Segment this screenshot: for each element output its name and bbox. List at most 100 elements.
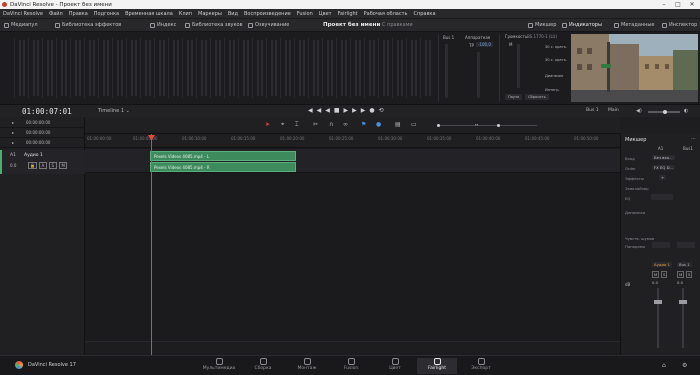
order-value[interactable]: FX EQ D... [652,165,676,170]
fader-bus[interactable] [679,288,687,348]
solo-a1-button[interactable]: S [661,271,668,278]
fader-a1[interactable] [654,288,662,348]
main-selector[interactable]: Main [608,108,619,113]
menu-item-edit[interactable]: Правка [69,11,88,17]
snap-icon[interactable]: ∩ [329,121,333,128]
meters-button[interactable]: Индикаторы [562,22,602,28]
mute-a1-button[interactable]: M [652,271,660,278]
menu-item-clip[interactable]: Клип [179,11,192,17]
video-viewer[interactable] [571,34,698,102]
play-icon[interactable]: ▶ [344,107,353,114]
solo-bus-button[interactable]: S [686,271,693,278]
media-pool-button[interactable]: Медиапул [4,22,38,28]
menu-item-trim[interactable]: Подгонка [94,11,119,17]
title-bar: DaVinci Resolve - Проект без имени – □ ✕ [0,0,700,9]
metadata-button[interactable]: Метаданные [614,22,654,28]
pan-control-bus[interactable] [677,242,695,248]
sound-library-button[interactable]: Библиотека звуков [185,22,243,28]
bus-label: Bus 1 [443,35,455,40]
home-icon[interactable]: ⌂ [662,362,666,369]
page-fusion[interactable]: Fusion [331,358,371,371]
record-icon[interactable]: ● [369,107,378,114]
loop-icon[interactable]: ⟲ [379,107,388,114]
audio-clip-left[interactable]: Pexels Videos 4085.mp4 - L [150,151,296,161]
menu-item-fairlight[interactable]: Fairlight [338,11,358,17]
dim-icon[interactable]: ◐ [684,108,688,114]
menu-item-mark[interactable]: Маркеры [198,11,222,17]
marker-icon[interactable]: ● [376,121,381,128]
index-button[interactable]: Индекс [150,22,176,28]
speaker-icon[interactable]: ◀) [636,108,642,114]
page-media[interactable]: Мультимедиа [199,358,239,371]
menu-item-workspace[interactable]: Рабочая область [364,11,408,17]
page-cut[interactable]: Сборка [243,358,283,371]
out-timecode[interactable]: 00:00:00:00 [26,130,50,135]
pan-label: Панорама [625,244,645,249]
track-header-a1[interactable]: A1 Аудио 1 0.0 🔒 A S M [0,150,85,174]
timeline-ruler[interactable]: 01:00:00:00 01:00:05:00 01:00:10:00 01:0… [85,134,620,148]
close-icon[interactable]: ✕ [685,0,699,9]
menu-item-resolve[interactable]: DaVinci Resolve [3,11,43,17]
stop-icon[interactable]: ■ [334,107,344,114]
menu-item-view[interactable]: Вид [228,11,238,17]
menu-item-file[interactable]: Файл [49,11,63,17]
flag-icon[interactable]: ⚑ [361,121,366,128]
track-name[interactable]: Аудио 1 [24,153,43,158]
dubbing-button[interactable]: Озвучивание [248,22,289,28]
page-deliver[interactable]: Экспорт [461,358,501,371]
edit-tool-icon[interactable]: ⌶ [295,121,299,129]
window-title: DaVinci Resolve - Проект без имени [10,1,112,8]
eq-curve-a1[interactable] [651,194,673,200]
channel-meter [196,38,210,98]
track-lock-button[interactable]: 🔒 [28,162,37,169]
track-mute-button[interactable]: M [59,162,68,169]
page-color[interactable]: Цвет [375,358,415,371]
ruler-label: 01:00:40:00 [476,136,501,141]
detail-zoom-icon[interactable]: ▭ [411,121,417,128]
fast-forward-icon[interactable]: ▶▶ [352,107,369,114]
pointer-tool-icon[interactable]: ➤ [265,121,270,128]
menu-item-help[interactable]: Справка [413,11,435,17]
play-reverse-icon[interactable]: ◀ [325,107,334,114]
menu-item-fusion[interactable]: Fusion [297,11,313,17]
gear-icon[interactable]: ⚙ [682,362,687,369]
maximize-icon[interactable]: □ [671,0,685,9]
minimize-icon[interactable]: – [657,0,671,9]
timeline-scrollbar[interactable] [85,341,620,355]
track-arm-button[interactable]: A [39,162,47,169]
input-value[interactable]: Без вхо... [652,155,675,160]
menu-item-timeline[interactable]: Временная шкала [125,11,173,17]
in-timecode[interactable]: 00:00:00:00 [26,120,50,125]
duration-timecode[interactable]: 00:00:00:00 [26,140,50,145]
deliver-page-icon [477,358,485,365]
mute-bus-button[interactable]: M [677,271,685,278]
inspector-button[interactable]: Инспектор [662,22,697,28]
reset-button[interactable]: Сбросить [525,94,549,100]
mixer-button[interactable]: Микшер [528,22,556,28]
more-options-icon[interactable]: ⋯ [691,136,696,142]
channel-meter [350,38,364,98]
add-effect-a1-button[interactable]: + [659,175,667,180]
zoom-reset-icon[interactable]: ↔ [475,122,478,127]
track-solo-button[interactable]: S [49,162,57,169]
menu-item-playback[interactable]: Воспроизведение [244,11,291,17]
link-icon[interactable]: ∞ [343,121,348,128]
range-tool-icon[interactable]: ⌖ [281,121,284,129]
timeline-area[interactable]: 01:00:00:00 01:00:05:00 01:00:10:00 01:0… [85,134,620,355]
playhead[interactable] [151,134,152,355]
pause-button[interactable]: Пауза [505,94,523,100]
effects-library-button[interactable]: Библиотека эффектов [55,22,121,28]
bus-selector[interactable]: Bus 1 [586,108,599,113]
volume-slider[interactable] [648,109,680,114]
track-level[interactable]: 0.0 [10,163,16,168]
page-edit[interactable]: Монтаж [287,358,327,371]
timeline-selector[interactable]: Timeline 1 ⌄ [98,108,130,114]
page-fairlight[interactable]: Fairlight [417,358,457,374]
razor-icon[interactable]: ✂ [313,121,318,128]
menu-item-color[interactable]: Цвет [319,11,332,17]
height-slider[interactable] [497,123,537,127]
audio-clip-right[interactable]: Pexels Videos 4085.mp4 - R [150,162,296,172]
pan-control-a1[interactable] [652,242,670,248]
rewind-icon[interactable]: ◀◀ [308,107,325,114]
view-mode-icon[interactable]: ▤ [395,121,401,128]
